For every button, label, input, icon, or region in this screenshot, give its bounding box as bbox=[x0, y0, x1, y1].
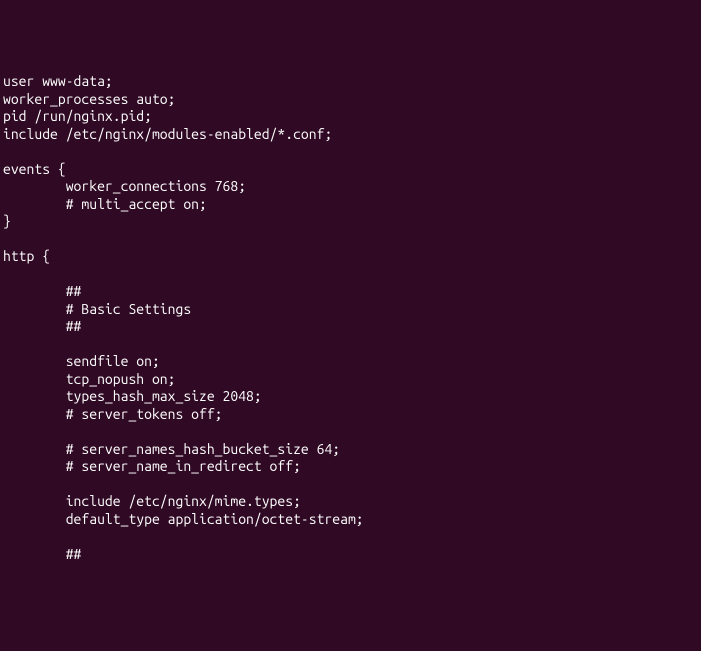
config-line: ## bbox=[3, 283, 81, 299]
config-line: # Basic Settings bbox=[3, 301, 191, 317]
config-line: http { bbox=[3, 248, 50, 264]
config-line: # server_tokens off; bbox=[3, 406, 223, 422]
config-line: # server_names_hash_bucket_size 64; bbox=[3, 441, 340, 457]
terminal-output[interactable]: user www-data; worker_processes auto; pi… bbox=[3, 73, 698, 563]
config-line: # server_name_in_redirect off; bbox=[3, 458, 301, 474]
config-line: worker_processes auto; bbox=[3, 91, 175, 107]
config-line: include /etc/nginx/modules-enabled/*.con… bbox=[3, 126, 332, 142]
config-line: user www-data; bbox=[3, 73, 113, 89]
config-line: pid /run/nginx.pid; bbox=[3, 108, 152, 124]
config-line: events { bbox=[3, 161, 66, 177]
config-line: ## bbox=[3, 318, 81, 334]
config-line: } bbox=[3, 213, 11, 229]
config-line: include /etc/nginx/mime.types; bbox=[3, 493, 301, 509]
config-line: ## bbox=[3, 546, 81, 562]
config-line: worker_connections 768; bbox=[3, 178, 246, 194]
config-line: default_type application/octet-stream; bbox=[3, 511, 364, 527]
config-line: types_hash_max_size 2048; bbox=[3, 388, 262, 404]
config-line: # multi_accept on; bbox=[3, 196, 207, 212]
config-line: sendfile on; bbox=[3, 353, 160, 369]
config-line: tcp_nopush on; bbox=[3, 371, 175, 387]
